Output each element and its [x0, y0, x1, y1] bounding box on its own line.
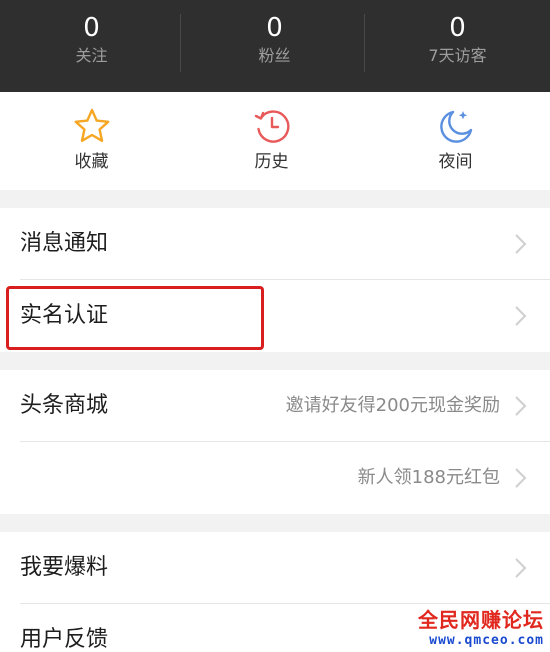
settings-group-mall: 头条商城 邀请好友得200元现金奖励 新人领188元红包	[0, 370, 550, 514]
chevron-right-icon	[515, 468, 527, 488]
red-packet-promo-text: 新人领188元红包	[357, 467, 500, 488]
stat-followers-label: 粉丝	[258, 46, 291, 65]
menu-item-label: 用户反馈	[20, 627, 109, 652]
stat-visitors-count: 0	[449, 13, 466, 43]
stat-visitors-label: 7天访客	[428, 46, 487, 65]
chevron-right-icon	[515, 396, 527, 416]
watermark-url: www.qmceo.com	[429, 633, 544, 648]
chevron-right-icon	[515, 234, 527, 254]
stat-followers[interactable]: 0 粉丝	[183, 12, 366, 68]
menu-item-notifications[interactable]: 消息通知	[0, 208, 550, 280]
menu-item-label: 消息通知	[20, 231, 109, 256]
stats-header: 0 关注 0 粉丝 0 7天访客	[0, 0, 550, 92]
night-mode-button[interactable]: 夜间	[364, 106, 547, 174]
history-label: 历史	[254, 152, 289, 172]
night-mode-icon	[439, 110, 472, 143]
stat-divider	[180, 14, 181, 72]
menu-item-tip-off[interactable]: 我要爆料	[0, 532, 550, 604]
menu-item-red-packet[interactable]: 新人领188元红包	[0, 442, 550, 514]
stat-following[interactable]: 0 关注	[0, 12, 183, 68]
stat-followers-count: 0	[266, 13, 283, 43]
history-icon	[254, 110, 289, 143]
history-button[interactable]: 历史	[180, 106, 363, 174]
stat-divider	[364, 14, 365, 72]
watermark-title: 全民网赚论坛	[418, 608, 544, 632]
star-icon	[74, 108, 109, 142]
chevron-right-icon	[515, 558, 527, 578]
favorites-button[interactable]: 收藏	[0, 106, 183, 174]
stat-visitors[interactable]: 0 7天访客	[366, 12, 549, 68]
quick-actions: 收藏 历史 夜间	[0, 92, 550, 190]
forum-watermark: 全民网赚论坛 www.qmceo.com	[418, 608, 544, 650]
chevron-right-icon	[515, 306, 527, 326]
menu-item-label: 我要爆料	[20, 555, 109, 580]
menu-item-mall[interactable]: 头条商城 邀请好友得200元现金奖励	[0, 370, 550, 442]
night-mode-label: 夜间	[438, 152, 473, 172]
mall-promo-text: 邀请好友得200元现金奖励	[285, 395, 500, 416]
favorites-label: 收藏	[74, 152, 109, 172]
highlight-box	[6, 286, 264, 350]
stat-following-count: 0	[83, 13, 100, 43]
stat-following-label: 关注	[75, 46, 108, 65]
menu-item-label: 头条商城	[20, 393, 109, 418]
